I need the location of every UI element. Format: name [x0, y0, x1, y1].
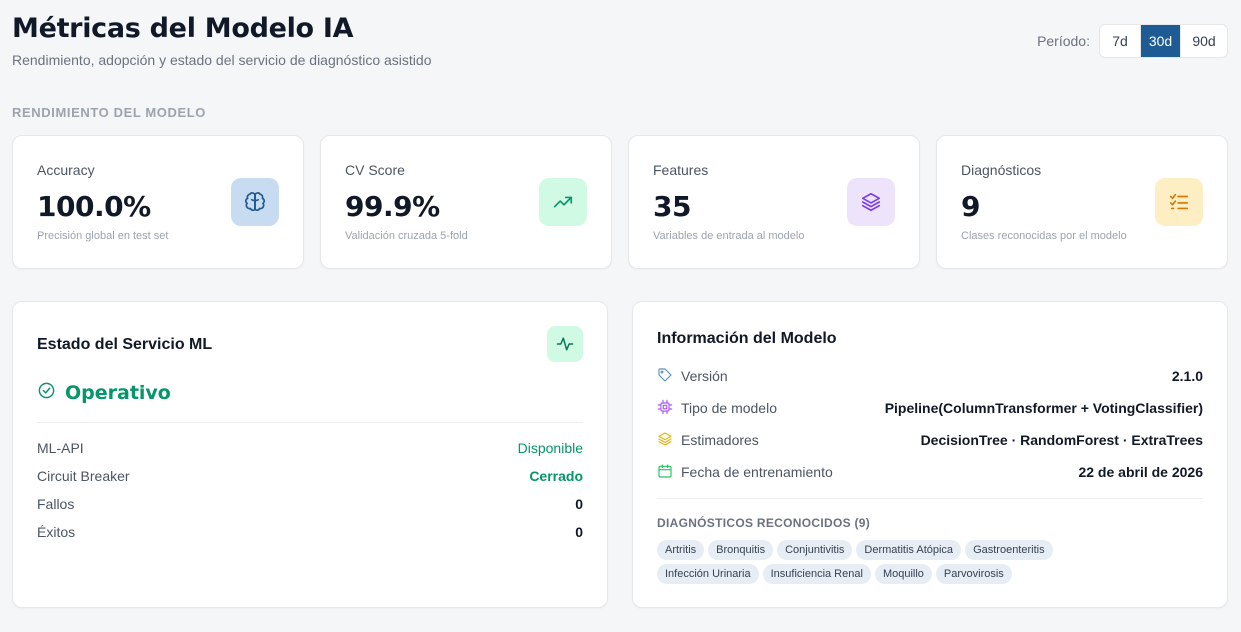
diagnosis-tag: Infección Urinaria	[657, 564, 759, 584]
row-value: 0	[575, 496, 583, 512]
service-status: Operativo	[37, 381, 171, 405]
diagnosis-tag: Gastroenteritis	[965, 540, 1053, 560]
kpi-value: 9	[961, 190, 980, 223]
diagnosis-tag: Parvovirosis	[935, 564, 1012, 584]
period-segmented-control: 7d 30d 90d	[1099, 24, 1228, 58]
row-label: Versión	[681, 368, 728, 384]
kpi-value: 35	[653, 190, 691, 223]
diagnoses-tags: Artritis Bronquitis Conjuntivitis Dermat…	[657, 540, 1107, 584]
period-90d-button[interactable]: 90d	[1180, 25, 1227, 57]
service-card-title: Estado del Servicio ML	[37, 336, 213, 353]
info-row-estimators: Estimadores DecisionTree · RandomForest …	[657, 424, 1203, 456]
diagnosis-tag: Insuficiencia Renal	[762, 564, 871, 584]
row-value: Disponible	[517, 440, 583, 456]
row-label: ML-API	[37, 440, 84, 456]
diagnosis-tag: Conjuntivitis	[777, 540, 853, 560]
model-info-title: Información del Modelo	[657, 330, 837, 347]
list-checks-icon	[1155, 178, 1203, 226]
diagnosis-tag: Artritis	[657, 540, 705, 560]
cpu-icon	[657, 399, 681, 418]
kpi-description: Variables de entrada al modelo	[653, 230, 805, 242]
info-row-training-date: Fecha de entrenamiento 22 de abril de 20…	[657, 456, 1203, 488]
service-details: ML-API Disponible Circuit Breaker Cerrad…	[37, 434, 583, 546]
model-info-card: Información del Modelo Versión 2.1.0 Tip…	[632, 301, 1228, 608]
row-label: Fecha de entrenamiento	[681, 464, 833, 480]
tag-icon	[657, 367, 681, 386]
row-value: DecisionTree · RandomForest · ExtraTrees	[920, 432, 1203, 448]
kpi-label: CV Score	[345, 162, 405, 178]
row-label: Fallos	[37, 496, 75, 512]
period-selector: Período: 7d 30d 90d	[1037, 24, 1228, 58]
diagnosis-tag: Bronquitis	[708, 540, 774, 560]
kpi-description: Clases reconocidas por el modelo	[961, 230, 1127, 242]
service-status-card: Estado del Servicio ML Operativo ML-API …	[12, 301, 608, 608]
period-7d-button[interactable]: 7d	[1100, 25, 1140, 57]
layers-icon	[847, 178, 895, 226]
layers-icon	[657, 431, 681, 450]
calendar-icon	[657, 463, 681, 482]
divider	[37, 422, 583, 423]
kpi-card-diagnoses: Diagnósticos 9 Clases reconocidas por el…	[936, 135, 1228, 269]
service-row-successes: Éxitos 0	[37, 518, 583, 546]
status-text: Operativo	[65, 382, 171, 404]
kpi-value: 99.9%	[345, 190, 440, 223]
diagnoses-label: DIAGNÓSTICOS RECONOCIDOS (9)	[657, 516, 871, 530]
kpi-description: Precisión global en test set	[37, 230, 169, 242]
row-value: 2.1.0	[1171, 368, 1203, 384]
kpi-label: Accuracy	[37, 162, 95, 178]
kpi-card-features: Features 35 Variables de entrada al mode…	[628, 135, 920, 269]
kpi-card-cv-score: CV Score 99.9% Validación cruzada 5-fold	[320, 135, 612, 269]
row-value: Pipeline(ColumnTransformer + VotingClass…	[884, 400, 1203, 416]
section-label-performance: RENDIMIENTO DEL MODELO	[12, 105, 207, 120]
kpi-description: Validación cruzada 5-fold	[345, 230, 468, 242]
model-info-details: Versión 2.1.0 Tipo de modelo Pipeline(Co…	[657, 360, 1203, 488]
kpi-card-accuracy: Accuracy 100.0% Precisión global en test…	[12, 135, 304, 269]
brain-icon	[231, 178, 279, 226]
service-row-circuit-breaker: Circuit Breaker Cerrado	[37, 462, 583, 490]
kpi-label: Features	[653, 162, 709, 178]
diagnosis-tag: Moquillo	[874, 564, 932, 584]
period-label: Período:	[1037, 33, 1090, 49]
row-value: 22 de abril de 2026	[1078, 464, 1203, 480]
info-row-model-type: Tipo de modelo Pipeline(ColumnTransforme…	[657, 392, 1203, 424]
row-value: 0	[575, 524, 583, 540]
divider	[657, 498, 1203, 499]
activity-icon	[547, 326, 583, 362]
kpi-value: 100.0%	[37, 190, 151, 223]
kpi-label: Diagnósticos	[961, 162, 1042, 178]
service-row-failures: Fallos 0	[37, 490, 583, 518]
row-label: Éxitos	[37, 524, 76, 540]
period-30d-button[interactable]: 30d	[1140, 25, 1180, 57]
trending-up-icon	[539, 178, 587, 226]
row-label: Circuit Breaker	[37, 468, 130, 484]
info-row-version: Versión 2.1.0	[657, 360, 1203, 392]
service-row-ml-api: ML-API Disponible	[37, 434, 583, 462]
diagnosis-tag: Dermatitis Atópica	[856, 540, 962, 560]
check-circle-icon	[37, 381, 56, 405]
row-label: Tipo de modelo	[681, 400, 777, 416]
row-label: Estimadores	[681, 432, 759, 448]
row-value: Cerrado	[529, 468, 583, 484]
page-header: Métricas del Modelo IA Rendimiento, adop…	[12, 12, 1228, 72]
